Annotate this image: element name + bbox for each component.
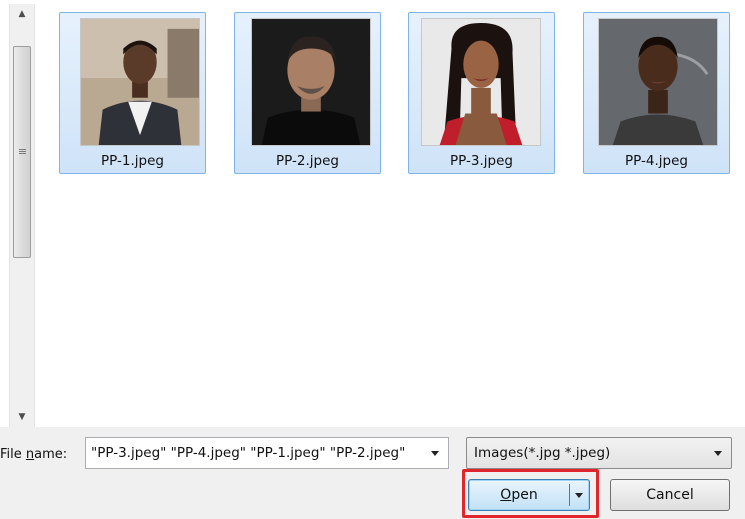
file-name-label: PP-1.jpeg <box>101 153 164 169</box>
open-options-chevron-icon[interactable] <box>575 493 583 498</box>
grip-icon <box>18 149 26 155</box>
vertical-scrollbar[interactable]: ▲ ▼ <box>9 4 35 427</box>
file-name-combobox[interactable]: "PP-3.jpeg" "PP-4.jpeg" "PP-1.jpeg" "PP-… <box>85 437 449 469</box>
image-thumbnail <box>598 18 718 146</box>
cancel-button[interactable]: Cancel <box>610 479 730 511</box>
chevron-down-icon[interactable] <box>431 451 439 456</box>
open-button-label: Open <box>500 487 538 503</box>
open-button[interactable]: Open <box>468 479 590 511</box>
file-tile-pp-4[interactable]: PP-4.jpeg <box>583 12 730 174</box>
image-thumbnail <box>251 18 371 146</box>
image-thumbnail <box>421 18 541 146</box>
file-tile-pp-3[interactable]: PP-3.jpeg <box>408 12 555 174</box>
chevron-down-icon[interactable] <box>714 451 722 456</box>
file-name-label-text: File name: <box>0 447 68 462</box>
file-name-label: PP-4.jpeg <box>625 153 688 169</box>
scroll-up-arrow-icon[interactable]: ▲ <box>10 4 34 24</box>
file-tile-pp-1[interactable]: PP-1.jpeg <box>59 12 206 174</box>
image-thumbnail <box>80 18 200 146</box>
file-type-value: Images(*.jpg *.jpeg) <box>474 445 611 461</box>
file-name-label: PP-3.jpeg <box>450 153 513 169</box>
file-type-select[interactable]: Images(*.jpg *.jpeg) <box>466 437 732 469</box>
scroll-down-arrow-icon[interactable]: ▼ <box>10 407 34 427</box>
scrollbar-thumb[interactable] <box>13 46 31 258</box>
file-name-label: PP-2.jpeg <box>276 153 339 169</box>
split-divider <box>569 484 570 506</box>
file-tile-pp-2[interactable]: PP-2.jpeg <box>234 12 381 174</box>
file-name-input[interactable]: "PP-3.jpeg" "PP-4.jpeg" "PP-1.jpeg" "PP-… <box>91 445 425 461</box>
